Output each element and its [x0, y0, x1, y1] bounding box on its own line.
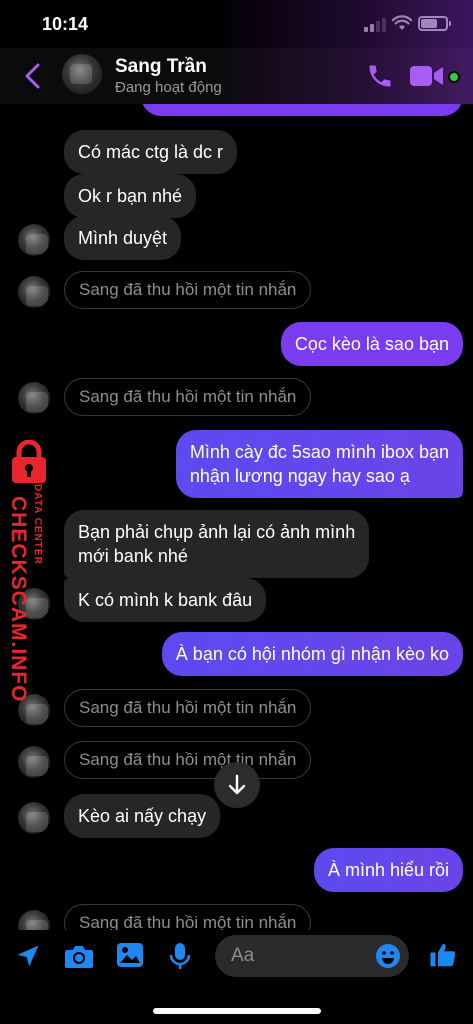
message-bubble-outgoing-partial[interactable]: [141, 104, 463, 116]
watermark-text: CHECKSCAM.INFO: [7, 496, 30, 703]
thumbs-up-icon[interactable]: [428, 940, 458, 970]
battery-icon: [418, 16, 451, 31]
recalled-message-notice: Sang đã thu hồi một tin nhắn: [64, 271, 312, 309]
watermark: CHECKSCAM.INFO DATA CENTER: [4, 440, 56, 703]
message-line: mới bank nhé: [78, 546, 188, 566]
status-bar: 10:14: [0, 0, 473, 48]
status-time: 10:14: [42, 14, 89, 34]
message-bubble-incoming[interactable]: Kèo ai nấy chạy: [64, 794, 221, 838]
message-bubble-outgoing[interactable]: À mình hiểu rồi: [313, 848, 463, 892]
phone-icon[interactable]: [366, 62, 394, 90]
conversation-header: Sang Trần Đang hoạt động: [0, 0, 473, 104]
location-arrow-icon[interactable]: [14, 942, 42, 970]
video-camera-icon[interactable]: [410, 64, 444, 88]
message-bubble-incoming[interactable]: Ok r bạn nhé: [64, 174, 197, 218]
home-indicator[interactable]: [153, 1008, 321, 1014]
message-line: Mình cày đc 5sao mình ibox bạn: [189, 442, 449, 462]
contact-name[interactable]: Sang Trần: [115, 56, 207, 78]
sender-avatar[interactable]: [18, 910, 50, 930]
recalled-message-notice: Sang đã thu hồi một tin nhắn: [64, 689, 312, 727]
arrow-down-icon: [228, 774, 246, 795]
message-bubble-incoming[interactable]: K có mình k bank đâu: [64, 578, 267, 622]
wifi-icon: [392, 15, 412, 30]
message-line: Bạn phải chụp ảnh lại có ảnh mình: [78, 522, 356, 542]
padlock-icon: [12, 440, 46, 483]
message-bubble-incoming[interactable]: Bạn phải chụp ảnh lại có ảnh mình mới ba…: [64, 510, 370, 578]
sender-avatar[interactable]: [18, 746, 50, 778]
chevron-left-icon[interactable]: [22, 62, 44, 90]
contact-status: Đang hoạt động: [115, 79, 222, 96]
message-bubble-incoming[interactable]: Mình duyệt: [64, 216, 182, 260]
sender-avatar[interactable]: [18, 276, 50, 308]
message-bubble-outgoing[interactable]: Cọc kèo là sao bạn: [280, 322, 463, 366]
message-input[interactable]: [231, 935, 371, 977]
sender-avatar[interactable]: [18, 224, 50, 256]
recalled-message-notice: Sang đã thu hồi một tin nhắn: [64, 741, 312, 779]
message-composer: [0, 930, 473, 984]
recalled-message-notice: Sang đã thu hồi một tin nhắn: [64, 378, 312, 416]
camera-icon[interactable]: [64, 942, 94, 970]
watermark-subtext: DATA CENTER: [32, 484, 43, 565]
microphone-icon[interactable]: [168, 942, 192, 970]
message-input-container[interactable]: [215, 935, 409, 977]
message-bubble-outgoing[interactable]: À bạn có hội nhóm gì nhận kèo ko: [161, 632, 463, 676]
sender-avatar[interactable]: [18, 802, 50, 834]
scroll-to-bottom-button[interactable]: [214, 762, 260, 808]
emoji-smile-icon[interactable]: [375, 943, 401, 969]
message-line: nhận lương ngay hay sao ạ: [189, 466, 410, 486]
message-bubble-incoming[interactable]: Có mác ctg là dc r: [64, 130, 238, 174]
message-bubble-outgoing[interactable]: Mình cày đc 5sao mình ibox bạn nhận lươn…: [175, 430, 463, 498]
online-status-dot: [448, 71, 460, 83]
image-icon[interactable]: [116, 942, 144, 968]
cell-signal-icon: [364, 18, 386, 32]
recalled-message-notice: Sang đã thu hồi một tin nhắn: [64, 904, 312, 930]
contact-avatar[interactable]: [62, 54, 102, 94]
sender-avatar[interactable]: [18, 382, 50, 414]
